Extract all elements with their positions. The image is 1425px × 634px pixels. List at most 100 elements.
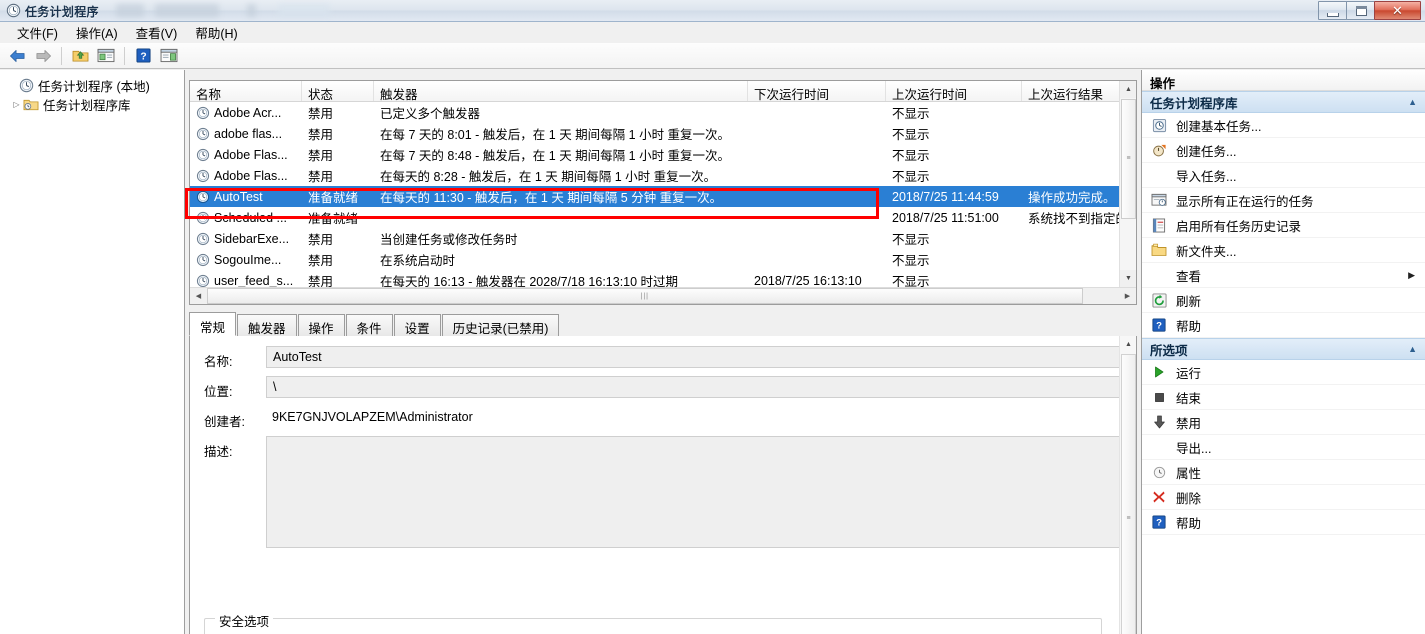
- task-name-cell: adobe flas...: [190, 127, 302, 141]
- table-row[interactable]: AutoTest 准备就绪 在每天的 11:30 - 触发后，在 1 天 期间每隔 …: [190, 186, 1136, 207]
- table-row[interactable]: adobe flas... 禁用 在每 7 天的 8:01 - 触发后，在 1 天 …: [190, 123, 1136, 144]
- task-status-cell: 禁用: [308, 254, 334, 268]
- maximize-button[interactable]: [1346, 1, 1375, 20]
- action-item[interactable]: 创建基本任务...: [1142, 113, 1425, 138]
- action-item-label: 运行: [1176, 366, 1202, 381]
- task-trigger-cell: 在每 7 天的 8:48 - 触发后，在 1 天 期间每隔 1 小时 重复一次。: [380, 149, 731, 163]
- security-options-group: 安全选项 运行任务时，请使用下列用户帐户: 9KE7GNJVOLAPZEM\Ad…: [204, 611, 1102, 634]
- table-row[interactable]: SogouIme... 禁用 在系统启动时 不显示: [190, 249, 1136, 270]
- forward-button[interactable]: [30, 45, 56, 67]
- scrollbar-thumb[interactable]: ≡: [1121, 354, 1136, 634]
- scrollbar-thumb[interactable]: |||: [207, 288, 1083, 304]
- tree-item-task-scheduler-library[interactable]: ▷ 任务计划程序库: [0, 95, 184, 114]
- action-item[interactable]: 显示所有正在运行的任务: [1142, 188, 1425, 213]
- task-trigger-cell: 在每 7 天的 8:01 - 触发后，在 1 天 期间每隔 1 小时 重复一次。: [380, 128, 731, 142]
- detail-field-value[interactable]: \: [266, 376, 1136, 398]
- chevron-up-icon[interactable]: ▲: [1408, 97, 1417, 107]
- grip-icon: ≡: [1126, 515, 1131, 522]
- task-last-run-cell: 2018/7/25 11:44:59: [892, 189, 999, 204]
- show-console-tree-button[interactable]: [93, 45, 119, 67]
- task-list-vertical-scrollbar[interactable]: ▲ ≡ ▼: [1119, 81, 1136, 287]
- new-folder-icon: [1150, 242, 1168, 258]
- scrollbar-track[interactable]: |||: [207, 288, 1119, 304]
- task-name-cell: user_feed_s...: [190, 274, 302, 288]
- action-item[interactable]: 启用所有任务历史记录: [1142, 213, 1425, 238]
- table-row[interactable]: Adobe Acr... 禁用 已定义多个触发器 不显示: [190, 102, 1136, 123]
- action-item[interactable]: 创建任务...: [1142, 138, 1425, 163]
- menu-file[interactable]: 文件(F): [8, 21, 67, 44]
- action-item[interactable]: 导出...: [1142, 435, 1425, 460]
- toolbar-separator: [61, 46, 62, 65]
- column-header[interactable]: 触发器: [374, 81, 748, 101]
- detail-field-value[interactable]: AutoTest: [266, 346, 1136, 368]
- minimize-button[interactable]: [1318, 1, 1347, 20]
- detail-field-label: 创建者:: [204, 415, 245, 429]
- action-item[interactable]: ? 帮助: [1142, 313, 1425, 338]
- task-list-horizontal-scrollbar[interactable]: ◀ ||| ▶: [190, 287, 1136, 304]
- task-name-label: user_feed_s...: [214, 273, 294, 288]
- redacted-title-region: [247, 4, 256, 17]
- delete-x-icon: [1150, 489, 1168, 505]
- task-name-label: Scheduled ...: [214, 210, 287, 225]
- close-button[interactable]: ✕: [1374, 1, 1421, 20]
- scroll-left-icon[interactable]: ◀: [190, 288, 207, 304]
- action-item[interactable]: 结束: [1142, 385, 1425, 410]
- task-list-header: 名称 状态 触发器 下次运行时间 上次运行时间 上次运行结果: [190, 81, 1136, 102]
- task-status-cell: 禁用: [308, 107, 334, 121]
- menu-view[interactable]: 查看(V): [127, 21, 187, 44]
- tab-5[interactable]: 历史记录(已禁用): [441, 314, 560, 336]
- tab-2[interactable]: 操作: [297, 314, 345, 336]
- action-item[interactable]: 新文件夹...: [1142, 238, 1425, 263]
- help-button[interactable]: ?: [130, 45, 156, 67]
- column-header[interactable]: 下次运行时间: [748, 81, 886, 101]
- show-action-pane-button[interactable]: [156, 45, 182, 67]
- action-item[interactable]: 删除: [1142, 485, 1425, 510]
- tree-item-task-scheduler-local[interactable]: 任务计划程序 (本地): [0, 76, 184, 95]
- table-row[interactable]: Adobe Flas... 禁用 在每天的 8:28 - 触发后，在 1 天 期间每…: [190, 165, 1136, 186]
- back-button[interactable]: [4, 45, 30, 67]
- menu-help[interactable]: 帮助(H): [186, 21, 246, 44]
- task-last-run-cell: 不显示: [892, 233, 930, 247]
- chevron-up-icon[interactable]: ▲: [1408, 344, 1417, 354]
- properties-clock-icon: [1150, 464, 1168, 480]
- detail-vertical-scrollbar[interactable]: ▲ ≡: [1119, 336, 1136, 634]
- tab-3[interactable]: 条件: [345, 314, 393, 336]
- actions-groups: 任务计划程序库 ▲ 创建基本任务... 创建任务... 导入任务... 显示所有正在运行的…: [1142, 91, 1425, 535]
- action-item[interactable]: ? 帮助: [1142, 510, 1425, 535]
- tab-4[interactable]: 设置: [393, 314, 441, 336]
- scrollbar-thumb[interactable]: ≡: [1121, 99, 1136, 219]
- task-trigger-cell: 在每天的 8:28 - 触发后，在 1 天 期间每隔 1 小时 重复一次。: [380, 170, 717, 184]
- task-scheduler-window: 任务计划程序 ✕ 文件(F) 操作(A) 查看(V) 帮助(H) ? 任务计划程…: [0, 0, 1425, 634]
- column-header[interactable]: 状态: [302, 81, 374, 101]
- scroll-up-icon[interactable]: ▲: [1120, 336, 1136, 353]
- scroll-down-icon[interactable]: ▼: [1120, 270, 1136, 287]
- column-header[interactable]: 上次运行时间: [886, 81, 1022, 101]
- action-item[interactable]: 查看 ▶: [1142, 263, 1425, 288]
- task-name-label: SidebarExe...: [214, 231, 290, 246]
- action-item[interactable]: 禁用: [1142, 410, 1425, 435]
- table-row[interactable]: SidebarExe... 禁用 当创建任务或修改任务时 不显示: [190, 228, 1136, 249]
- up-folder-button[interactable]: [67, 45, 93, 67]
- action-item[interactable]: 运行: [1142, 360, 1425, 385]
- scroll-right-icon[interactable]: ▶: [1119, 288, 1136, 304]
- scroll-up-icon[interactable]: ▲: [1120, 81, 1136, 98]
- tree-expander[interactable]: ▷: [10, 100, 23, 109]
- column-header[interactable]: 名称: [190, 81, 302, 101]
- detail-description-textarea[interactable]: [266, 436, 1136, 548]
- actions-group-header[interactable]: 任务计划程序库 ▲: [1142, 91, 1425, 113]
- clock-icon: [196, 106, 210, 120]
- action-item[interactable]: 导入任务...: [1142, 163, 1425, 188]
- tab-1[interactable]: 触发器: [237, 314, 297, 336]
- actions-group-header[interactable]: 所选项 ▲: [1142, 338, 1425, 360]
- table-row[interactable]: Scheduled ... 准备就绪 2018/7/25 11:51:00 系统找不到…: [190, 207, 1136, 228]
- menu-action[interactable]: 操作(A): [67, 21, 127, 44]
- action-item[interactable]: 属性: [1142, 460, 1425, 485]
- task-name-label: AutoTest: [214, 189, 263, 204]
- table-row[interactable]: Adobe Flas... 禁用 在每 7 天的 8:48 - 触发后，在 1 天 …: [190, 144, 1136, 165]
- tab-0[interactable]: 常规: [189, 312, 237, 336]
- security-options-prompt: 运行任务时，请使用下列用户帐户:: [205, 619, 1101, 634]
- task-list-body: Adobe Acr... 禁用 已定义多个触发器 不显示 adobe flas... 禁用…: [190, 102, 1136, 291]
- history-icon: [1150, 217, 1168, 233]
- action-item[interactable]: 刷新: [1142, 288, 1425, 313]
- no-icon: [1150, 267, 1168, 283]
